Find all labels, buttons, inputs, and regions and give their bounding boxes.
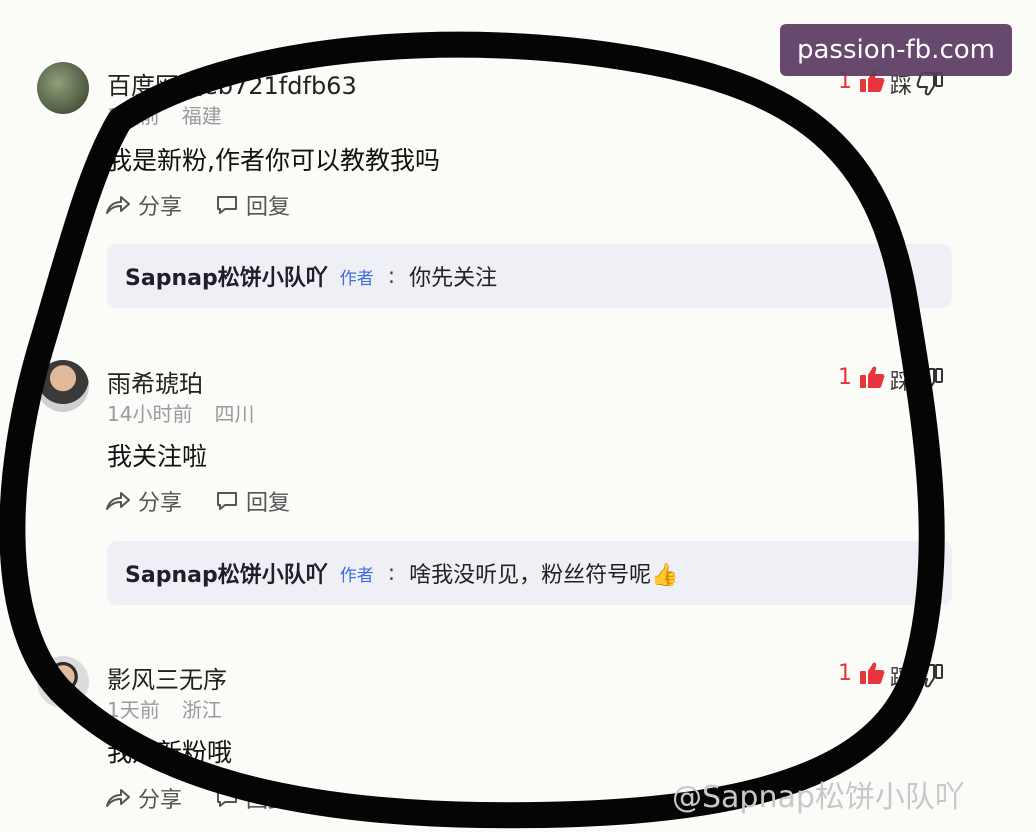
comment-username[interactable]: 百度网友eb721fdfb63 (107, 66, 357, 101)
share-button[interactable]: 分享 (104, 189, 182, 221)
reply-icon (217, 196, 238, 214)
comment-location: 浙江 (181, 698, 222, 722)
dislike-button[interactable]: 踩 (890, 660, 944, 692)
like-count: 1 (838, 364, 852, 390)
reply-label: 回复 (246, 195, 291, 220)
comment-text: 我是新粉哦 (107, 738, 233, 767)
watermark-label: @Sapnap松饼小队吖 (672, 780, 965, 815)
thumbs-down-icon (916, 664, 944, 688)
share-button[interactable]: 分享 (104, 782, 182, 814)
share-label: 分享 (138, 788, 183, 813)
watermark-badge: passion-fb.com (780, 24, 1012, 76)
thumbs-up-icon (860, 662, 885, 684)
comment-time: 14小时前 (107, 402, 193, 426)
share-icon (106, 789, 130, 807)
reply-separator: : (387, 560, 396, 586)
reply-text: 你先关注 (409, 266, 498, 291)
avatar[interactable] (37, 360, 89, 412)
comment-time: 1天前 (107, 698, 160, 722)
share-label: 分享 (138, 491, 183, 516)
author-reply[interactable]: Sapnap松饼小队吖 作者 : 啥我没听见，粉丝符号呢👍 (107, 541, 952, 605)
like-button[interactable]: 1 (838, 660, 886, 686)
reply-author-name[interactable]: Sapnap松饼小队吖 (125, 260, 328, 292)
reply-author-name[interactable]: Sapnap松饼小队吖 (125, 557, 328, 589)
like-button[interactable]: 1 (838, 364, 886, 390)
avatar[interactable] (37, 656, 89, 708)
reply-button[interactable]: 回复 (214, 189, 290, 221)
reply-text: 啥我没听见，粉丝符号呢👍 (409, 563, 679, 588)
reply-icon (217, 492, 238, 510)
thumbs-down-icon (916, 368, 944, 392)
avatar[interactable] (37, 62, 89, 114)
comment-location: 四川 (214, 402, 255, 426)
watermark-text: @Sapnap松饼小队吖 (672, 772, 965, 816)
comment-location: 福建 (181, 104, 222, 128)
share-icon (106, 196, 130, 214)
author-badge: 作者 (339, 268, 374, 289)
like-count: 1 (838, 660, 852, 686)
author-badge: 作者 (339, 565, 374, 586)
reply-button[interactable]: 回复 (214, 485, 290, 517)
reply-separator: : (387, 263, 396, 289)
dislike-button[interactable]: 踩 (890, 364, 944, 396)
comment-username[interactable]: 雨希琥珀 (107, 364, 203, 399)
share-label: 分享 (138, 195, 183, 220)
comment-time: 1天前 (107, 104, 160, 128)
author-reply[interactable]: Sapnap松饼小队吖 作者 : 你先关注 (107, 244, 952, 308)
comment-text: 我关注啦 (107, 442, 208, 471)
reply-label: 回复 (246, 788, 291, 813)
share-icon (106, 492, 130, 510)
dislike-label: 踩 (890, 370, 913, 395)
comment-meta: 14小时前 四川 (107, 398, 254, 427)
comment-meta: 1天前 福建 (107, 100, 222, 129)
comment-actions: 分享 回复 (104, 485, 290, 517)
share-button[interactable]: 分享 (104, 485, 182, 517)
reply-label: 回复 (246, 491, 291, 516)
comment-actions: 分享 回复 (104, 189, 290, 221)
comment-actions: 分享 回复 (104, 782, 290, 814)
dislike-label: 踩 (890, 666, 913, 691)
thumbs-up-icon (860, 366, 885, 388)
comment-text: 我是新粉,作者你可以教教我吗 (107, 146, 440, 175)
comment-meta: 1天前 浙江 (107, 694, 222, 723)
comment-username[interactable]: 影风三无序 (107, 660, 227, 695)
reply-icon (217, 789, 238, 807)
reply-button[interactable]: 回复 (214, 782, 290, 814)
